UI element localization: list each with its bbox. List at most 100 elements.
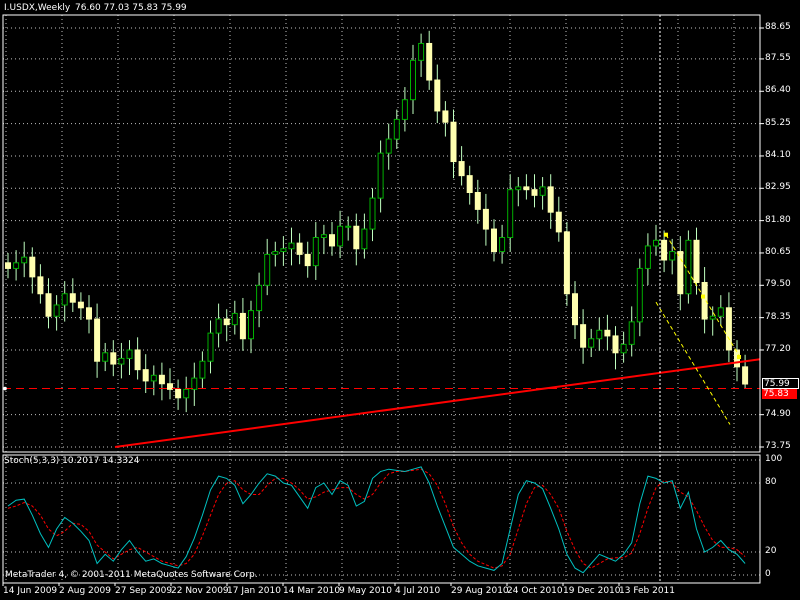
price-tick-label: 85.25 (765, 117, 791, 128)
ohlc-readout: 76.60 77.03 75.83 75.99 (75, 3, 187, 13)
candle-body (385, 138, 392, 154)
candle-body (685, 239, 692, 295)
candle-body (29, 256, 36, 278)
candle-body (37, 276, 44, 295)
candle-body (134, 349, 141, 371)
time-tick-label: 24 Oct 2010 (507, 586, 563, 596)
candle-body (531, 189, 538, 196)
candle-body (677, 251, 684, 295)
candle-body (547, 186, 554, 213)
stochastic-tick-label: 20 (765, 546, 777, 556)
candle-body (450, 121, 457, 163)
candle-body (215, 318, 222, 334)
chart-canvas (0, 0, 800, 600)
candle-body (45, 293, 52, 317)
candle-body (175, 388, 182, 399)
candle-body (320, 234, 327, 238)
stochastic-label: Stoch(5,3,3) 10.2017 14.3324 (4, 456, 140, 466)
candle-body (231, 312, 238, 326)
price-tick-label: 81.80 (765, 214, 791, 225)
time-tick-label: 14 Jun 2009 (3, 586, 58, 596)
candle-body (725, 307, 732, 351)
channel-anchor-3 (737, 355, 741, 360)
candle-body (596, 329, 603, 340)
candle-body (191, 377, 198, 390)
time-tick-label: 9 May 2010 (339, 586, 392, 596)
candle-body (118, 357, 125, 365)
candle-body (199, 360, 206, 379)
candle-body (507, 189, 514, 238)
candle-body (563, 231, 570, 295)
candle-body (280, 248, 287, 253)
time-tick-label: 19 Dec 2010 (563, 586, 621, 596)
candle-body (515, 186, 522, 191)
price-tick-label: 80.65 (765, 246, 791, 257)
candle-body (94, 318, 101, 362)
candle-body (466, 175, 473, 194)
candle-body (410, 59, 416, 101)
price-tick-label: 88.65 (765, 22, 791, 32)
candle-body (345, 225, 352, 228)
candle-body (288, 242, 295, 250)
price-tick-label: 77.20 (765, 343, 791, 354)
candle-body (183, 388, 190, 399)
candle-body (523, 186, 530, 191)
time-tick-label: 2 Aug 2009 (59, 586, 111, 596)
candle-body (499, 237, 506, 253)
channel-anchor-1 (664, 232, 668, 237)
candle-body (418, 42, 425, 61)
channel-anchor-2 (701, 294, 705, 299)
candle-body (13, 262, 20, 269)
candle-body (167, 383, 173, 390)
candle-body (742, 366, 749, 385)
time-tick-label: 29 Aug 2010 (451, 586, 509, 596)
price-tick-label: 84.10 (765, 149, 791, 160)
candle-body (142, 369, 149, 382)
time-tick-label: 14 Mar 2010 (283, 586, 341, 596)
candle-body (377, 152, 384, 199)
candle-body (353, 225, 360, 250)
candle-body (5, 262, 11, 269)
price-tick-label: 82.95 (765, 182, 791, 193)
time-tick-label: 22 Nov 2009 (171, 586, 229, 596)
candle-body (264, 253, 271, 286)
candle-body (110, 352, 117, 365)
candle-body (491, 228, 497, 253)
price-tick-label: 86.40 (765, 85, 791, 96)
stochastic-tick-label: 100 (765, 454, 783, 464)
candle-body (21, 256, 28, 264)
candle-body (361, 228, 368, 250)
candle-body (102, 352, 109, 362)
candle-body (158, 374, 165, 385)
candle-body (644, 245, 651, 269)
candle-body (604, 329, 611, 337)
candle-body (61, 293, 68, 306)
time-tick-label: 17 Jan 2010 (227, 586, 281, 596)
time-tick-label: 13 Feb 2011 (619, 586, 676, 596)
price-tick-label: 87.55 (765, 52, 791, 63)
candle-body (296, 242, 303, 255)
candle-body (588, 338, 595, 348)
copyright-notice: MetaTrader 4, © 2001-2011 MetaQuotes Sof… (5, 570, 258, 580)
hline-price-tag: 75.83 (762, 389, 797, 399)
candle-body (329, 234, 335, 247)
candle-body (442, 110, 449, 123)
horizontal-line-anchor (3, 386, 7, 391)
candle-body (426, 42, 433, 81)
candle-body (239, 312, 246, 340)
candle-body (69, 293, 76, 303)
candle-body (653, 239, 659, 247)
time-tick-label: 27 Sep 2009 (115, 586, 173, 596)
symbol-label: I.USDX,Weekly (4, 3, 71, 13)
candle-body (77, 301, 84, 309)
candle-body (393, 118, 400, 140)
candle-body (312, 237, 319, 267)
candle-body (401, 99, 408, 120)
candle-body (86, 307, 92, 320)
candle-body (620, 343, 627, 354)
candle-body (628, 321, 635, 345)
candle-body (482, 208, 489, 230)
time-tick-label: 4 Jul 2010 (395, 586, 441, 596)
price-tick-label: 74.90 (765, 408, 791, 419)
candle-body (150, 374, 157, 382)
